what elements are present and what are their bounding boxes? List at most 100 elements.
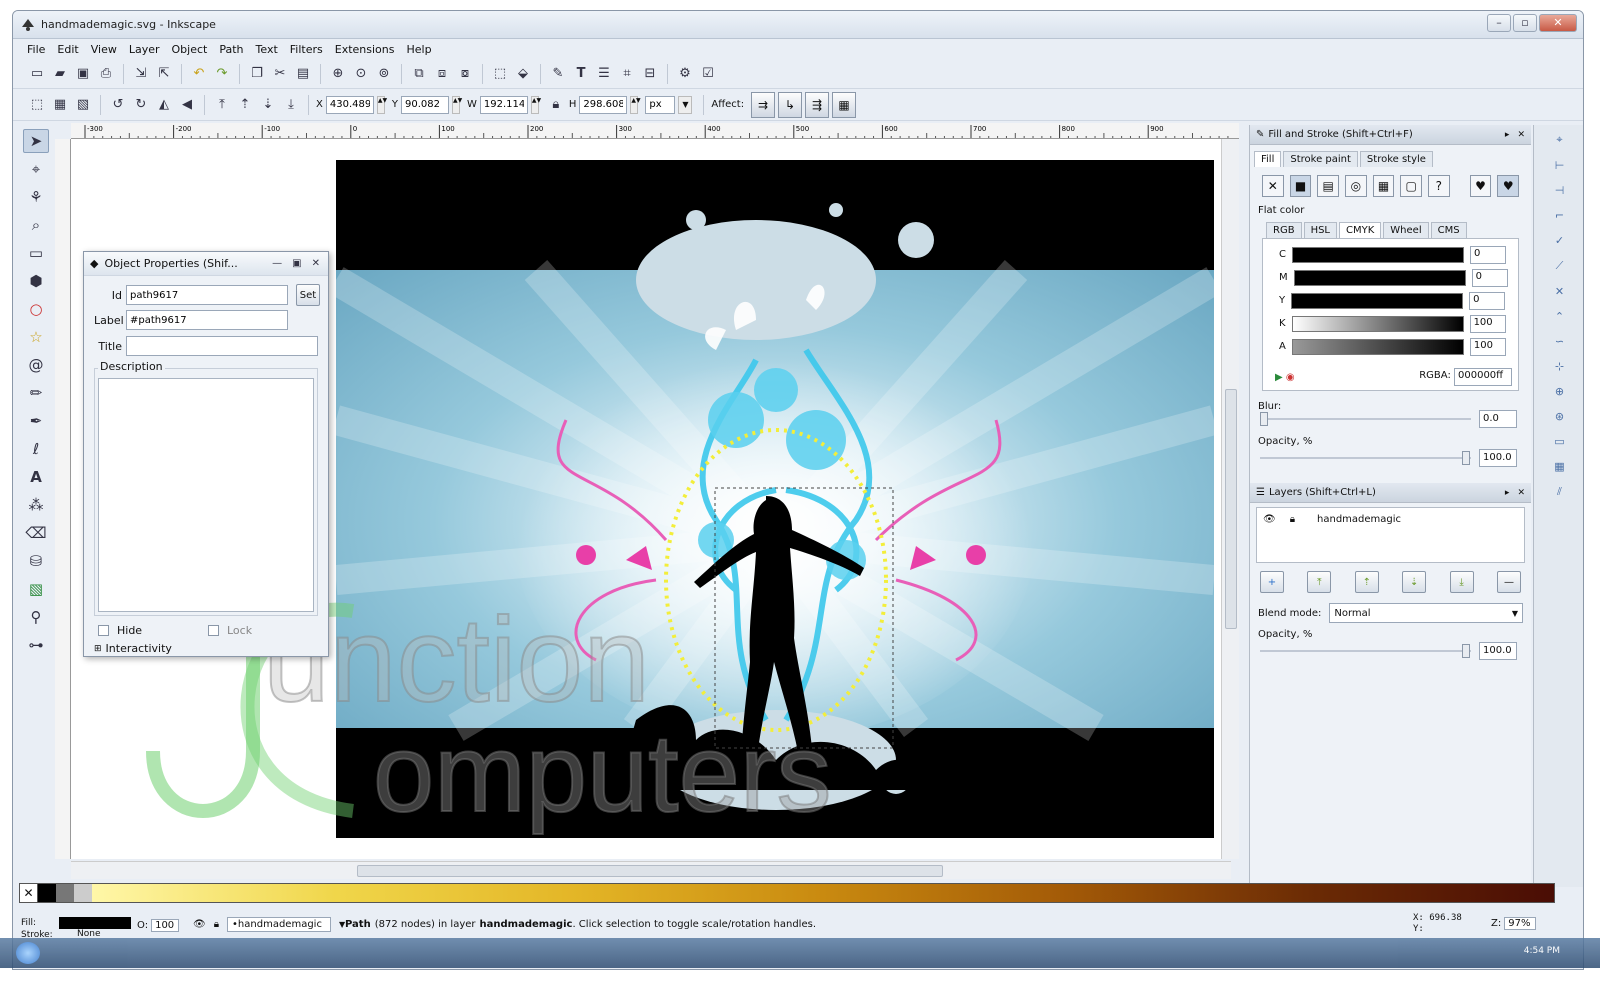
open-folder-icon[interactable]: ▰ <box>50 64 70 84</box>
eye-icon[interactable]: 👁︎ <box>1263 514 1276 525</box>
tab-stroke-style[interactable]: Stroke style <box>1359 151 1433 167</box>
no-color-swatch[interactable]: ✕ <box>20 884 38 902</box>
layer-opacity-value[interactable]: 100.0 <box>1479 642 1517 660</box>
menu-edit[interactable]: Edit <box>57 43 78 56</box>
remove-layer-icon[interactable]: — <box>1496 571 1521 593</box>
tab-hsl[interactable]: HSL <box>1303 222 1338 238</box>
alpha-value[interactable]: 100 <box>1469 337 1506 356</box>
copy-icon[interactable]: ❐ <box>247 64 267 84</box>
yellow-slider[interactable] <box>1291 292 1464 309</box>
h-spinner[interactable]: ▲▼ <box>630 95 641 114</box>
gray-swatch[interactable] <box>56 884 74 902</box>
layers-float-button[interactable]: ▸ <box>1505 488 1510 498</box>
text-font-icon[interactable]: T <box>571 64 591 84</box>
radial-gradient-icon[interactable]: ◎ <box>1345 175 1367 197</box>
gradient-tool-icon[interactable]: ▧ <box>23 577 49 601</box>
black-value[interactable]: 100 <box>1469 314 1506 333</box>
zoom-selection-icon[interactable]: ⊕ <box>328 64 348 84</box>
menu-layer[interactable]: Layer <box>129 43 160 56</box>
select-all-icon[interactable]: ⬚ <box>27 95 47 115</box>
group-icon[interactable]: ⬚ <box>490 64 510 84</box>
vertical-scrollbar[interactable] <box>1221 139 1239 859</box>
dialog-restore-button[interactable]: ▣ <box>292 258 301 269</box>
new-document-icon[interactable]: ▭ <box>27 64 47 84</box>
maximize-button[interactable]: ▫ <box>1513 14 1537 32</box>
no-paint-icon[interactable]: ✕ <box>1262 175 1284 197</box>
rectangle-tool-icon[interactable]: ▭ <box>23 241 49 265</box>
lock-icon[interactable]: 🔒︎ <box>1290 514 1295 525</box>
layer-lock-icon[interactable]: 🔒︎ <box>214 919 219 930</box>
close-button[interactable]: ✕ <box>1539 14 1577 32</box>
clone-icon[interactable]: ⧈ <box>432 64 452 84</box>
import-icon[interactable]: ⇲ <box>131 64 151 84</box>
raise-icon[interactable]: ⇡ <box>235 95 255 115</box>
snap-grid-icon[interactable]: ▦ <box>1554 460 1564 473</box>
layers-close-button[interactable]: ✕ <box>1517 488 1525 498</box>
fill-rule-nonzero-icon[interactable]: ♥ <box>1497 175 1520 197</box>
light-gray-swatch[interactable] <box>74 884 92 902</box>
set-button[interactable]: Set <box>296 284 320 306</box>
horizontal-scrollbar[interactable] <box>71 861 1231 879</box>
y-spinner[interactable]: ▲▼ <box>451 95 462 114</box>
x-input[interactable] <box>325 95 374 114</box>
snap-intersections-icon[interactable]: ✕ <box>1555 285 1564 298</box>
move-patterns-button[interactable]: ▦ <box>832 91 857 118</box>
yellow-value[interactable]: 0 <box>1469 291 1506 310</box>
fill-opacity-value[interactable]: 100.0 <box>1479 449 1517 467</box>
rgba-input[interactable]: 000000ff <box>1454 368 1512 386</box>
text-tool-icon[interactable]: A <box>23 465 49 489</box>
unlink-clone-icon[interactable]: ⧇ <box>455 64 475 84</box>
tweak-tool-icon[interactable]: ⚘ <box>23 185 49 209</box>
snap-center-icon[interactable]: ⊕ <box>1555 385 1564 398</box>
black-slider[interactable] <box>1291 315 1464 332</box>
duplicate-icon[interactable]: ⧉ <box>409 64 429 84</box>
current-layer-select[interactable]: •handmademagic <box>227 917 332 932</box>
print-icon[interactable]: ⎙ <box>96 64 116 84</box>
y-input[interactable] <box>400 95 449 114</box>
blend-mode-select[interactable]: Normal ▼ <box>1329 603 1523 623</box>
flip-horizontal-icon[interactable]: ◭ <box>154 95 174 115</box>
lower-to-bottom-icon[interactable]: ⤓ <box>281 95 301 115</box>
panel-close-button[interactable]: ✕ <box>1517 130 1525 140</box>
snap-paths-icon[interactable]: ⟋ <box>1556 259 1564 273</box>
select-all-layers-icon[interactable]: ▦ <box>50 95 70 115</box>
title-input[interactable] <box>126 336 318 356</box>
snap-bbox-corner-icon[interactable]: ⌐ <box>1555 209 1564 222</box>
dropper-tool-icon[interactable]: ⚲ <box>23 605 49 629</box>
undo-icon[interactable]: ↶ <box>189 64 209 84</box>
layers-icon[interactable]: ☰ <box>594 64 614 84</box>
linear-gradient-icon[interactable]: ▤ <box>1317 175 1340 197</box>
dialog-minimize-button[interactable]: — <box>272 258 282 269</box>
rotate-ccw-icon[interactable]: ↺ <box>108 95 128 115</box>
menu-extensions[interactable]: Extensions <box>335 43 395 56</box>
rotate-cw-icon[interactable]: ↻ <box>131 95 151 115</box>
dialog-close-button[interactable]: ✕ <box>312 258 320 269</box>
raise-to-top-icon[interactable]: ⤒ <box>212 95 232 115</box>
h-input[interactable] <box>579 95 628 114</box>
tab-cms[interactable]: CMS <box>1430 222 1467 238</box>
alpha-slider[interactable] <box>1291 338 1464 355</box>
fill-indicator-swatch[interactable] <box>59 917 131 929</box>
star-tool-icon[interactable]: ☆ <box>23 325 49 349</box>
spiral-tool-icon[interactable]: @ <box>23 353 49 377</box>
fill-stroke-icon[interactable]: ✎ <box>548 64 568 84</box>
artwork[interactable] <box>336 160 1214 838</box>
w-input[interactable] <box>479 95 528 114</box>
paint-bucket-tool-icon[interactable]: ⛁ <box>23 549 49 573</box>
scale-rounded-corners-button[interactable]: ↳ <box>778 91 803 118</box>
snap-smooth-icon[interactable]: ∽ <box>1555 335 1564 348</box>
connector-tool-icon[interactable]: ⊶ <box>23 633 49 657</box>
eraser-tool-icon[interactable]: ⌫ <box>23 521 49 545</box>
label-input[interactable] <box>126 310 288 330</box>
document-properties-icon[interactable]: ☑ <box>698 64 718 84</box>
zoom-page-icon[interactable]: ⊚ <box>374 64 394 84</box>
layer-name[interactable]: handmademagic <box>1317 514 1401 525</box>
menu-file[interactable]: File <box>27 43 45 56</box>
swatch-icon[interactable]: ▢ <box>1400 175 1423 197</box>
lock-ratio-icon[interactable]: 🔒︎ <box>546 95 566 115</box>
ellipse-tool-icon[interactable]: ○ <box>23 297 49 321</box>
ungroup-icon[interactable]: ⬙ <box>513 64 533 84</box>
pencil-tool-icon[interactable]: ✏ <box>23 381 49 405</box>
snap-toggle-icon[interactable]: ⌖ <box>1556 133 1562 147</box>
unset-paint-icon[interactable]: ? <box>1428 175 1450 197</box>
